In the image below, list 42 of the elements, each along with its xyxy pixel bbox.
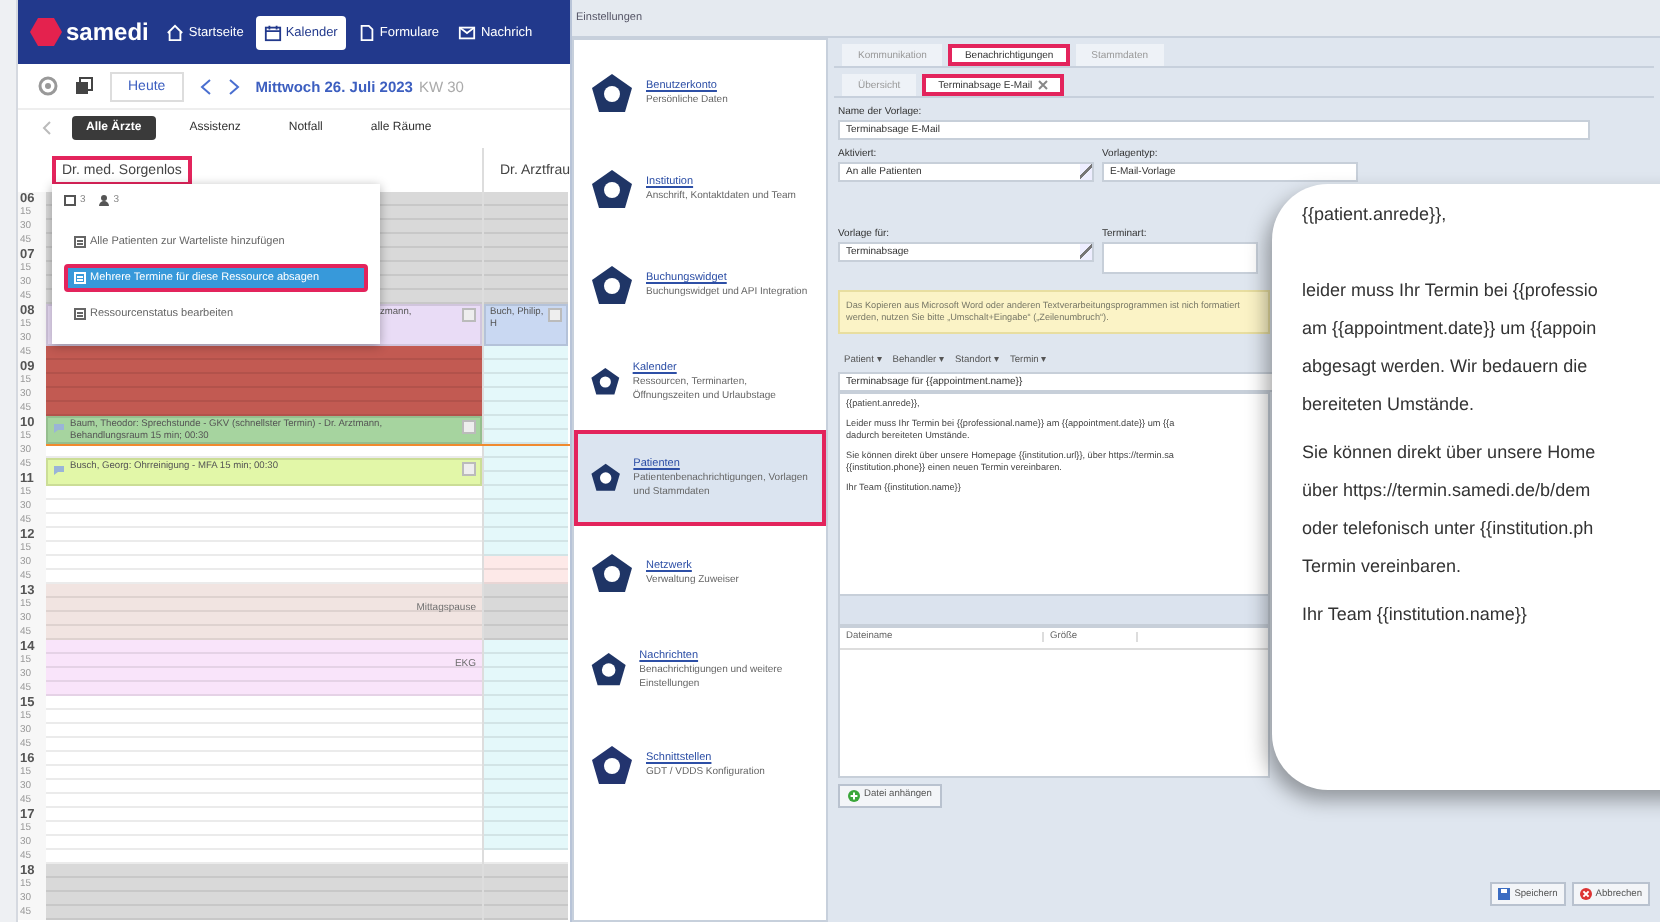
magnified-text: leider muss Ihr Termin bei {{professio <box>1302 280 1598 300</box>
chevron-right-icon[interactable] <box>227 77 240 95</box>
calendar-icon <box>64 194 76 206</box>
input-field[interactable] <box>1102 242 1258 274</box>
checkbox[interactable] <box>462 462 476 476</box>
checkbox[interactable] <box>548 308 562 322</box>
envelope-icon <box>458 23 477 41</box>
magnified-text: bereiteten Umstände. <box>1302 394 1475 414</box>
magnified-text: am {{appointment.date}} um {{appoin <box>1302 318 1597 338</box>
person-icon <box>97 194 110 206</box>
document-icon <box>357 23 376 41</box>
logo-text: samedi <box>66 18 149 46</box>
chevron-left-icon[interactable] <box>199 77 212 95</box>
list-icon <box>74 236 86 248</box>
pentagon-icon <box>590 72 634 116</box>
settings-icon[interactable] <box>38 76 58 96</box>
speech-bubble-icon <box>52 422 66 434</box>
copy-icon[interactable] <box>74 76 94 96</box>
magnified-text: Sie können direkt über unsere Home <box>1302 442 1596 462</box>
pentagon-icon <box>590 168 634 212</box>
text-editor[interactable] <box>838 391 1270 596</box>
magnified-text: {{patient.anrede}}, <box>1302 204 1447 224</box>
magnified-text: oder telefonisch unter {{institution.ph <box>1302 518 1594 538</box>
magnified-text: über https://termin.samedi.de/b/dem <box>1302 480 1591 500</box>
list-icon <box>74 272 86 284</box>
calendar-icon <box>263 23 282 41</box>
magnified-text: Ihr Team {{institution.name}} <box>1302 604 1527 624</box>
magnified-text: abgesagt werden. Wir bedauern die <box>1302 356 1588 376</box>
cancel-icon <box>1579 888 1592 900</box>
chevron-left-icon[interactable] <box>42 120 52 136</box>
close-icon[interactable] <box>1038 80 1049 90</box>
pentagon-icon <box>590 744 634 788</box>
checkbox[interactable] <box>462 420 476 434</box>
plus-icon <box>848 789 860 802</box>
speech-bubble-icon <box>52 464 66 476</box>
pentagon-icon <box>590 552 634 596</box>
home-icon <box>166 23 185 41</box>
list-icon <box>74 308 86 320</box>
checkbox[interactable] <box>462 308 476 322</box>
magnified-text: Termin vereinbaren. <box>1302 556 1462 576</box>
pentagon-icon <box>590 264 634 308</box>
logo-icon <box>30 18 62 46</box>
